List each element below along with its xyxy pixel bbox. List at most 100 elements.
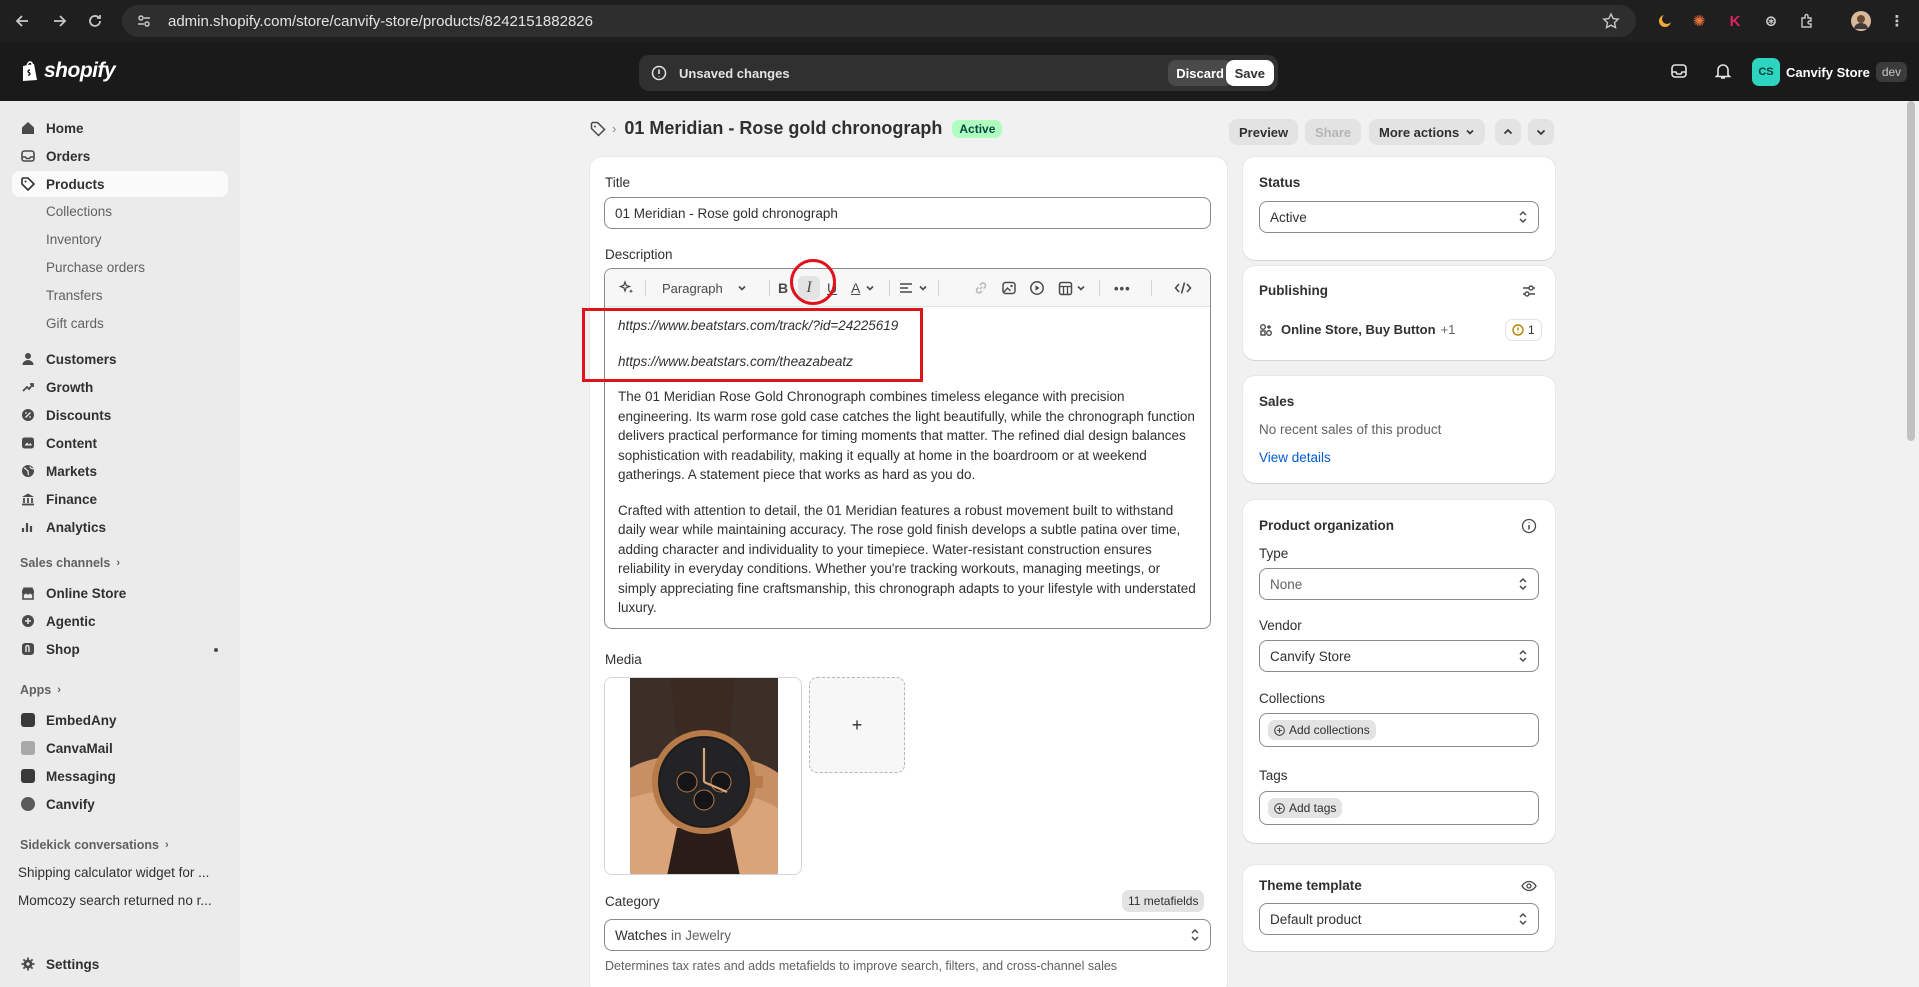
previous-product-button[interactable] — [1495, 119, 1521, 145]
sidebar-item-label: Finance — [46, 491, 98, 507]
discard-button[interactable]: Discard — [1168, 60, 1232, 86]
sales-title: Sales — [1259, 394, 1295, 409]
extension-claude-icon[interactable]: ✺ — [1688, 10, 1710, 32]
extensions-puzzle-icon[interactable] — [1796, 10, 1818, 32]
address-bar[interactable]: admin.shopify.com/store/canvify-store/pr… — [122, 5, 1636, 37]
title-input[interactable]: 01 Meridian - Rose gold chronograph — [604, 197, 1211, 229]
publishing-issue-badge[interactable]: 1 — [1505, 319, 1542, 341]
align-button[interactable] — [899, 278, 928, 298]
sidebar-sub-collections[interactable]: Collections — [46, 204, 112, 219]
vendor-select[interactable]: Canvify Store — [1259, 640, 1539, 672]
sidebar-item-label: Home — [46, 120, 84, 136]
preview-button[interactable]: Preview — [1229, 119, 1299, 145]
sidebar-item-online-store[interactable]: Online Store — [12, 580, 228, 606]
chart-icon — [20, 519, 36, 535]
bank-icon — [20, 491, 36, 507]
status-select[interactable]: Active — [1259, 201, 1539, 233]
sidebar-item-label: Products — [46, 176, 105, 192]
paragraph-select-label: Paragraph — [662, 280, 723, 296]
sidebar-item-settings[interactable]: Settings — [12, 951, 228, 977]
collections-label: Collections — [1259, 691, 1326, 706]
text-color-button[interactable]: A — [851, 278, 875, 298]
agentic-icon — [20, 613, 36, 629]
sidekick-conversation[interactable]: Momcozy search returned no r... — [18, 893, 212, 908]
page-scrollbar[interactable] — [1907, 101, 1915, 441]
paragraph-select[interactable]: Paragraph — [662, 278, 747, 298]
sidebar-sub-inventory[interactable]: Inventory — [46, 232, 102, 247]
profile-avatar[interactable] — [1850, 10, 1872, 32]
link-icon[interactable] — [973, 278, 989, 298]
next-product-button[interactable] — [1528, 119, 1554, 145]
sidebar-item-analytics[interactable]: Analytics — [12, 514, 228, 540]
video-icon[interactable] — [1029, 278, 1045, 298]
collections-field[interactable]: Add collections — [1259, 713, 1539, 747]
plus-circle-icon — [1274, 724, 1285, 736]
sidebar-sub-gift-cards[interactable]: Gift cards — [46, 316, 104, 331]
tag-icon[interactable] — [590, 121, 606, 137]
category-select[interactable]: Watches in Jewelry — [604, 919, 1211, 951]
inbox-icon[interactable] — [1670, 62, 1688, 80]
sidebar-item-discounts[interactable]: Discounts — [12, 402, 228, 428]
sidebar-item-markets[interactable]: Markets — [12, 458, 228, 484]
shopify-bag-icon — [20, 60, 40, 82]
type-select[interactable]: None — [1259, 568, 1539, 600]
sales-channels-heading[interactable]: Sales channels › — [20, 556, 120, 570]
image-icon[interactable] — [1001, 278, 1017, 298]
sidebar-item-label: Messaging — [46, 768, 116, 784]
sidebar-app-canvamail[interactable]: CanvaMail — [12, 735, 228, 761]
chevron-right-icon: › — [116, 557, 120, 569]
sidekick-conversation[interactable]: Shipping calculator widget for ... — [18, 865, 209, 880]
extension-moon-icon[interactable] — [1654, 10, 1676, 32]
bookmark-star-icon[interactable] — [1602, 12, 1620, 30]
product-image[interactable] — [604, 677, 802, 875]
more-actions-button[interactable]: More actions — [1369, 119, 1486, 145]
chevron-down-icon — [737, 283, 747, 293]
sidebar-item-customers[interactable]: Customers — [12, 346, 228, 372]
sidebar-sub-purchase-orders[interactable]: Purchase orders — [46, 260, 145, 275]
highlight-circle — [790, 259, 836, 305]
extension-openai-icon[interactable]: ⊛ — [1760, 10, 1782, 32]
sidebar-app-messaging[interactable]: Messaging — [12, 763, 228, 789]
sidebar-item-shop[interactable]: Shop — [12, 636, 228, 662]
shopify-logo[interactable]: shopify — [20, 59, 116, 83]
code-view-icon[interactable] — [1174, 278, 1192, 298]
magic-sparkle-icon[interactable] — [619, 278, 635, 298]
site-settings-icon[interactable] — [136, 13, 156, 29]
sidebar-item-agentic[interactable]: Agentic — [12, 608, 228, 634]
eye-icon[interactable] — [1521, 878, 1537, 894]
theme-template-select[interactable]: Default product — [1259, 903, 1539, 935]
add-collections-pill[interactable]: Add collections — [1268, 720, 1376, 740]
extension-k-icon[interactable]: K — [1724, 10, 1746, 32]
reload-icon[interactable] — [80, 6, 110, 36]
table-button[interactable] — [1058, 278, 1086, 298]
apps-heading[interactable]: Apps › — [20, 683, 61, 697]
back-icon[interactable] — [8, 6, 38, 36]
sidebar-app-embedany[interactable]: EmbedAny — [12, 707, 228, 733]
share-button[interactable]: Share — [1305, 119, 1362, 145]
sidekick-heading[interactable]: Sidekick conversations › — [20, 838, 169, 852]
add-tags-pill[interactable]: Add tags — [1268, 798, 1343, 818]
add-media-button[interactable]: + — [809, 677, 905, 773]
home-icon — [20, 120, 36, 136]
sidebar-sub-transfers[interactable]: Transfers — [46, 288, 103, 303]
sidebar-item-home[interactable]: Home — [12, 115, 228, 141]
forward-icon[interactable] — [44, 6, 74, 36]
sidebar-item-finance[interactable]: Finance — [12, 486, 228, 512]
publishing-channels-row[interactable]: Online Store, Buy Button +1 — [1259, 322, 1455, 337]
sidebar-item-content[interactable]: Content — [12, 430, 228, 456]
sliders-icon[interactable] — [1521, 283, 1537, 299]
sidebar-item-orders[interactable]: Orders — [12, 143, 228, 169]
browser-menu-icon[interactable]: ⋮ — [1886, 10, 1908, 32]
info-icon[interactable] — [1521, 518, 1537, 534]
sidebar-item-growth[interactable]: Growth — [12, 374, 228, 400]
sidebar-item-products[interactable]: Products — [12, 171, 228, 197]
sidebar-app-canvify[interactable]: Canvify — [12, 791, 228, 817]
metafields-badge[interactable]: 11 metafields — [1122, 890, 1205, 912]
bold-icon[interactable]: B — [778, 278, 788, 298]
store-menu[interactable]: CS Canvify Store dev — [1752, 58, 1908, 86]
bell-icon[interactable] — [1714, 62, 1732, 80]
tags-field[interactable]: Add tags — [1259, 791, 1539, 825]
save-button[interactable]: Save — [1225, 60, 1274, 86]
view-details-link[interactable]: View details — [1259, 450, 1331, 465]
more-formatting-icon[interactable]: ••• — [1114, 278, 1131, 298]
